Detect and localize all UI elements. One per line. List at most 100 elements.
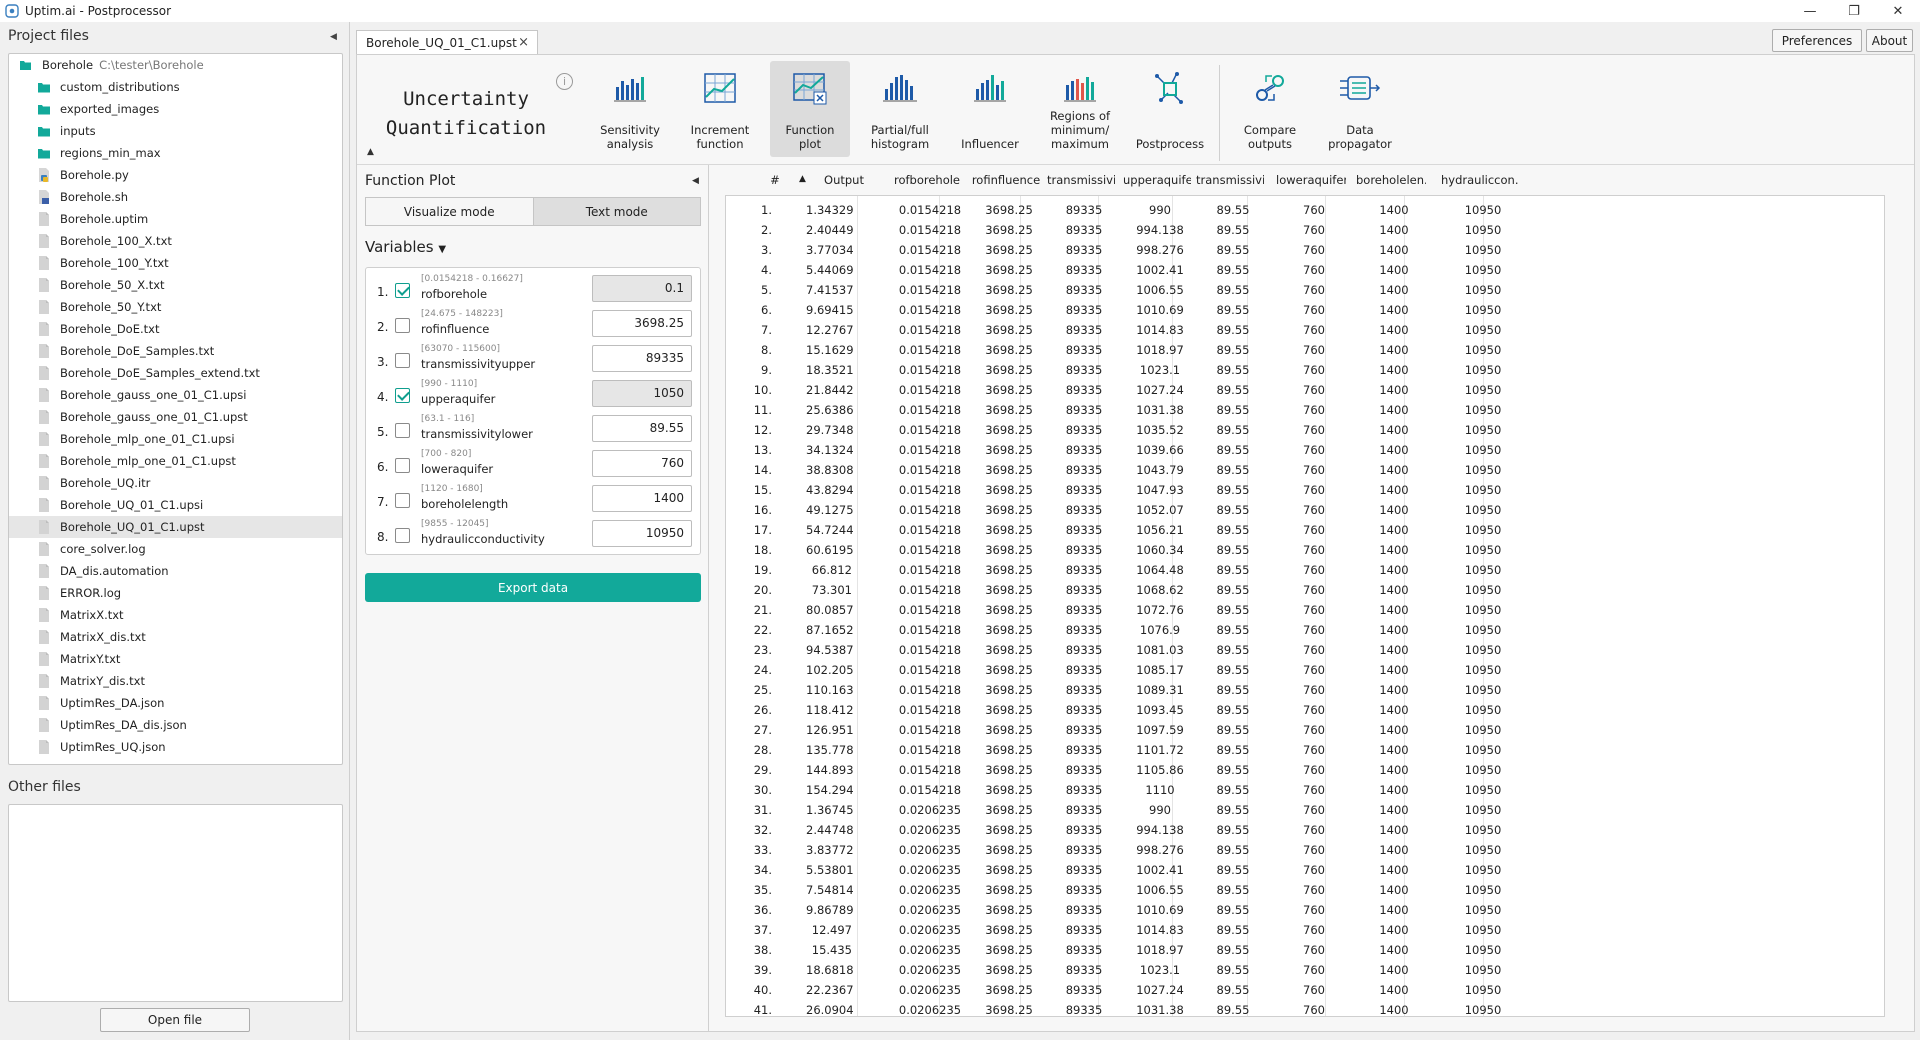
histogram-tool-button[interactable]: Partial/full histogram (860, 61, 940, 157)
table-row[interactable]: 32. 2.44748 0.0206235 3698.25 89335 994.138 89… (726, 820, 1516, 840)
variable-value-input[interactable]: 10950 (592, 520, 692, 547)
tree-item[interactable]: MatrixY_dis.txt (9, 670, 342, 692)
tree-item[interactable]: Borehole_50_X.txt (9, 274, 342, 296)
table-row[interactable]: 15. 43.8294 0.0154218 3698.25 89335 1047.93 89… (726, 480, 1516, 500)
table-body[interactable]: 1. 1.34329 0.0154218 3698.25 89335 990 89.55 76… (725, 195, 1885, 1017)
export-data-button[interactable]: Export data (365, 573, 701, 602)
table-row[interactable]: 4. 5.44069 0.0154218 3698.25 89335 1002.41 89.… (726, 260, 1516, 280)
tree-item[interactable]: Borehole_DoE.txt (9, 318, 342, 340)
postprocess-tool-button[interactable]: Postprocess (1130, 61, 1210, 157)
text-mode-button[interactable]: Text mode (532, 198, 700, 225)
tree-item[interactable]: inputs (9, 120, 342, 142)
tree-item[interactable]: ERROR.log (9, 582, 342, 604)
table-row[interactable]: 19. 66.812 0.0154218 3698.25 89335 1064.48 89.… (726, 560, 1516, 580)
variable-value-input[interactable]: 89.55 (592, 415, 692, 442)
table-row[interactable]: 40. 22.2367 0.0206235 3698.25 89335 1027.24 89… (726, 980, 1516, 1000)
table-row[interactable]: 33. 3.83772 0.0206235 3698.25 89335 998.276 89… (726, 840, 1516, 860)
collapse-toolbar-arrow-icon[interactable]: ▲ (367, 147, 374, 157)
column-header[interactable]: loweraquifer (1276, 173, 1346, 187)
tree-item[interactable]: Borehole_mlp_one_01_C1.upsi (9, 428, 342, 450)
collapse-panel-arrow-icon[interactable]: ◀ (692, 176, 699, 186)
table-row[interactable]: 41. 26.0904 0.0206235 3698.25 89335 1031.38 89… (726, 1000, 1516, 1016)
tree-item[interactable]: Borehole_gauss_one_01_C1.upsi (9, 384, 342, 406)
tree-item[interactable]: Borehole_DoE_Samples_extend.txt (9, 362, 342, 384)
tree-item[interactable]: Borehole.uptim (9, 208, 342, 230)
table-row[interactable]: 29. 144.893 0.0154218 3698.25 89335 1105.86 89… (726, 760, 1516, 780)
open-file-button[interactable]: Open file (100, 1008, 250, 1032)
sort-ascending-icon[interactable]: ▲ (799, 174, 806, 184)
variable-checkbox[interactable] (395, 283, 410, 298)
column-header[interactable]: Output (809, 173, 879, 187)
table-row[interactable]: 21. 80.0857 0.0154218 3698.25 89335 1072.76 89… (726, 600, 1516, 620)
compare-tool-button[interactable]: Compare outputs (1230, 61, 1310, 157)
data-propagator-tool-button[interactable]: Data propagator (1320, 61, 1400, 157)
tree-item[interactable]: DA_dis.automation (9, 560, 342, 582)
table-row[interactable]: 13. 34.1324 0.0154218 3698.25 89335 1039.66 89… (726, 440, 1516, 460)
table-row[interactable]: 34. 5.53801 0.0206235 3698.25 89335 1002.41 89… (726, 860, 1516, 880)
tree-item[interactable]: MatrixX.txt (9, 604, 342, 626)
variable-checkbox[interactable] (395, 353, 410, 368)
table-row[interactable]: 2. 2.40449 0.0154218 3698.25 89335 994.138 89.… (726, 220, 1516, 240)
about-button[interactable]: About (1866, 29, 1913, 52)
variable-value-input[interactable]: 3698.25 (592, 310, 692, 337)
table-row[interactable]: 37. 12.497 0.0206235 3698.25 89335 1014.83 89.… (726, 920, 1516, 940)
function-plot-tool-button[interactable]: Function plot (770, 61, 850, 157)
table-row[interactable]: 3. 3.77034 0.0154218 3698.25 89335 998.276 89.… (726, 240, 1516, 260)
table-row[interactable]: 5. 7.41537 0.0154218 3698.25 89335 1006.55 89.… (726, 280, 1516, 300)
info-icon[interactable]: i (556, 73, 573, 90)
variable-value-input[interactable]: 1050 (592, 380, 692, 407)
table-row[interactable]: 7. 12.2767 0.0154218 3698.25 89335 1014.83 89.… (726, 320, 1516, 340)
variable-checkbox[interactable] (395, 458, 410, 473)
collapse-left-arrow-icon[interactable]: ◀ (330, 32, 337, 42)
table-row[interactable]: 27. 126.951 0.0154218 3698.25 89335 1097.59 89… (726, 720, 1516, 740)
table-row[interactable]: 10. 21.8442 0.0154218 3698.25 89335 1027.24 89… (726, 380, 1516, 400)
table-row[interactable]: 23. 94.5387 0.0154218 3698.25 89335 1081.03 89… (726, 640, 1516, 660)
table-row[interactable]: 14. 38.8308 0.0154218 3698.25 89335 1043.79 89… (726, 460, 1516, 480)
tree-item[interactable]: Borehole_UQ_01_C1.upst (9, 516, 342, 538)
column-header[interactable]: rofborehole (891, 173, 963, 187)
regions-tool-button[interactable]: Regions of minimum/ maximum (1040, 61, 1120, 157)
tree-root[interactable]: Borehole C:\tester\Borehole (9, 54, 342, 76)
table-row[interactable]: 17. 54.7244 0.0154218 3698.25 89335 1056.21 89… (726, 520, 1516, 540)
tab-borehole-uq[interactable]: Borehole_UQ_01_C1.upst × (356, 30, 538, 54)
tree-item[interactable]: UptimRes_DA_dis.json (9, 714, 342, 736)
tree-item[interactable]: UptimRes_DA.json (9, 692, 342, 714)
variable-checkbox[interactable] (395, 493, 410, 508)
close-window-button[interactable]: ✕ (1876, 0, 1920, 22)
table-row[interactable]: 1. 1.34329 0.0154218 3698.25 89335 990 89.55 76… (726, 200, 1516, 220)
table-row[interactable]: 26. 118.412 0.0154218 3698.25 89335 1093.45 89… (726, 700, 1516, 720)
table-row[interactable]: 30. 154.294 0.0154218 3698.25 89335 1110 89.55… (726, 780, 1516, 800)
table-row[interactable]: 16. 49.1275 0.0154218 3698.25 89335 1052.07 89… (726, 500, 1516, 520)
column-header[interactable]: # (755, 173, 795, 187)
table-row[interactable]: 22. 87.1652 0.0154218 3698.25 89335 1076.9 89.… (726, 620, 1516, 640)
table-row[interactable]: 8. 15.1629 0.0154218 3698.25 89335 1018.97 89.… (726, 340, 1516, 360)
sensitivity-tool-button[interactable]: Sensitivity analysis (590, 61, 670, 157)
table-row[interactable]: 12. 29.7348 0.0154218 3698.25 89335 1035.52 89… (726, 420, 1516, 440)
visualize-mode-button[interactable]: Visualize mode (366, 198, 533, 225)
table-row[interactable]: 18. 60.6195 0.0154218 3698.25 89335 1060.34 89… (726, 540, 1516, 560)
tree-item[interactable]: Borehole_100_Y.txt (9, 252, 342, 274)
tree-item[interactable]: core_solver.log (9, 538, 342, 560)
project-file-tree[interactable]: Borehole C:\tester\Borehole custom_distr… (8, 53, 343, 765)
variable-checkbox[interactable] (395, 318, 410, 333)
column-header[interactable]: transmissivit... (1047, 173, 1115, 187)
tab-close-icon[interactable]: × (518, 35, 529, 50)
minimize-button[interactable]: — (1788, 0, 1832, 22)
table-row[interactable]: 6. 9.69415 0.0154218 3698.25 89335 1010.69 89.… (726, 300, 1516, 320)
table-row[interactable]: 36. 9.86789 0.0206235 3698.25 89335 1010.69 89… (726, 900, 1516, 920)
variable-checkbox[interactable] (395, 423, 410, 438)
tree-item[interactable]: MatrixY.txt (9, 648, 342, 670)
table-row[interactable]: 25. 110.163 0.0154218 3698.25 89335 1089.31 89… (726, 680, 1516, 700)
variable-checkbox[interactable] (395, 528, 410, 543)
tree-item[interactable]: Borehole.sh (9, 186, 342, 208)
other-files-list[interactable] (8, 804, 343, 1002)
column-header[interactable]: boreholelen... (1356, 173, 1426, 187)
tree-item[interactable]: Borehole_50_Y.txt (9, 296, 342, 318)
tree-item[interactable]: MatrixX_dis.txt (9, 626, 342, 648)
table-row[interactable]: 20. 73.301 0.0154218 3698.25 89335 1068.62 89.… (726, 580, 1516, 600)
tree-item[interactable]: UptimRes_UQ.json (9, 736, 342, 758)
tree-item[interactable]: Borehole_UQ_01_C1.upsi (9, 494, 342, 516)
table-row[interactable]: 9. 18.3521 0.0154218 3698.25 89335 1023.1 89.5… (726, 360, 1516, 380)
table-row[interactable]: 38. 15.435 0.0206235 3698.25 89335 1018.97 89.… (726, 940, 1516, 960)
table-row[interactable]: 39. 18.6818 0.0206235 3698.25 89335 1023.1 89.… (726, 960, 1516, 980)
